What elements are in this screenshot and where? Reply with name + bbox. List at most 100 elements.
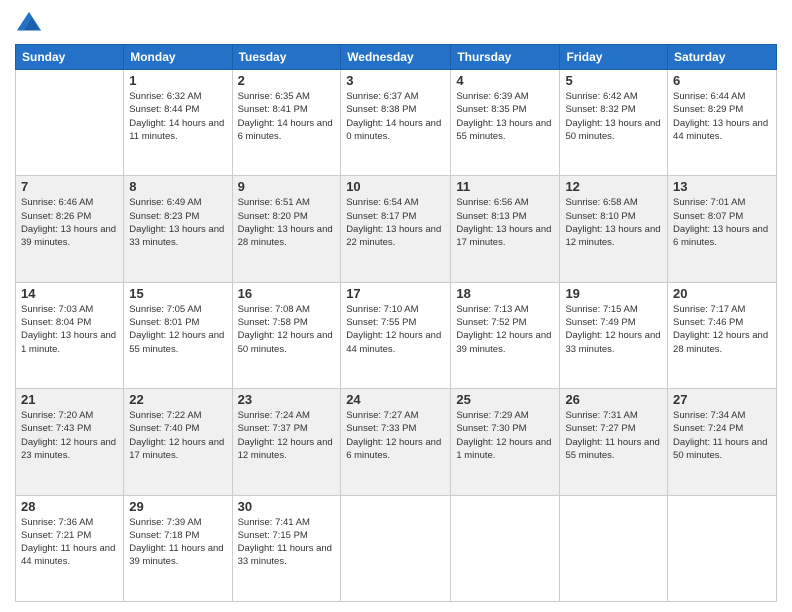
calendar-cell: 18 Sunrise: 7:13 AMSunset: 7:52 PMDayligh… bbox=[451, 282, 560, 388]
weekday-header: Thursday bbox=[451, 45, 560, 70]
calendar-week-row: 7 Sunrise: 6:46 AMSunset: 8:26 PMDaylight… bbox=[16, 176, 777, 282]
calendar-cell: 2 Sunrise: 6:35 AMSunset: 8:41 PMDaylight… bbox=[232, 70, 341, 176]
day-number: 23 bbox=[238, 392, 336, 407]
header bbox=[15, 10, 777, 38]
day-number: 8 bbox=[129, 179, 226, 194]
day-info: Sunrise: 7:27 AMSunset: 7:33 PMDaylight:… bbox=[346, 409, 445, 462]
calendar-cell: 4 Sunrise: 6:39 AMSunset: 8:35 PMDaylight… bbox=[451, 70, 560, 176]
day-number: 1 bbox=[129, 73, 226, 88]
weekday-header: Tuesday bbox=[232, 45, 341, 70]
day-number: 5 bbox=[565, 73, 662, 88]
weekday-header: Wednesday bbox=[341, 45, 451, 70]
day-number: 9 bbox=[238, 179, 336, 194]
day-info: Sunrise: 7:05 AMSunset: 8:01 PMDaylight:… bbox=[129, 303, 226, 356]
calendar-week-row: 1 Sunrise: 6:32 AMSunset: 8:44 PMDaylight… bbox=[16, 70, 777, 176]
weekday-header: Sunday bbox=[16, 45, 124, 70]
day-number: 17 bbox=[346, 286, 445, 301]
calendar-cell: 25Sunrise: 7:29 AMSunset: 7:30 PMDayligh… bbox=[451, 389, 560, 495]
weekday-header: Saturday bbox=[668, 45, 777, 70]
logo bbox=[15, 10, 47, 38]
calendar-cell bbox=[668, 495, 777, 601]
calendar-cell: 19 Sunrise: 7:15 AMSunset: 7:49 PMDayligh… bbox=[560, 282, 668, 388]
calendar-cell: 21Sunrise: 7:20 AMSunset: 7:43 PMDayligh… bbox=[16, 389, 124, 495]
calendar-cell: 24 Sunrise: 7:27 AMSunset: 7:33 PMDayligh… bbox=[341, 389, 451, 495]
calendar-cell: 15 Sunrise: 7:05 AMSunset: 8:01 PMDayligh… bbox=[124, 282, 232, 388]
day-number: 26 bbox=[565, 392, 662, 407]
day-number: 11 bbox=[456, 179, 554, 194]
day-info: Sunrise: 7:03 AMSunset: 8:04 PMDaylight:… bbox=[21, 303, 118, 356]
calendar-cell: 23 Sunrise: 7:24 AMSunset: 7:37 PMDayligh… bbox=[232, 389, 341, 495]
day-number: 28 bbox=[21, 499, 118, 514]
calendar-cell: 5Sunrise: 6:42 AMSunset: 8:32 PMDaylight… bbox=[560, 70, 668, 176]
calendar-cell: 8 Sunrise: 6:49 AMSunset: 8:23 PMDaylight… bbox=[124, 176, 232, 282]
day-info: Sunrise: 7:24 AMSunset: 7:37 PMDaylight:… bbox=[238, 409, 336, 462]
day-number: 18 bbox=[456, 286, 554, 301]
calendar-cell: 1 Sunrise: 6:32 AMSunset: 8:44 PMDaylight… bbox=[124, 70, 232, 176]
weekday-header: Friday bbox=[560, 45, 668, 70]
day-info: Sunrise: 7:08 AMSunset: 7:58 PMDaylight:… bbox=[238, 303, 336, 356]
day-info: Sunrise: 7:22 AMSunset: 7:40 PMDaylight:… bbox=[129, 409, 226, 462]
calendar-cell: 20 Sunrise: 7:17 AMSunset: 7:46 PMDayligh… bbox=[668, 282, 777, 388]
calendar-week-row: 14 Sunrise: 7:03 AMSunset: 8:04 PMDayligh… bbox=[16, 282, 777, 388]
day-info: Sunrise: 7:29 AMSunset: 7:30 PMDaylight:… bbox=[456, 409, 554, 462]
logo-icon bbox=[15, 10, 43, 38]
calendar-cell: 26 Sunrise: 7:31 AMSunset: 7:27 PMDayligh… bbox=[560, 389, 668, 495]
calendar-week-row: 28 Sunrise: 7:36 AMSunset: 7:21 PMDayligh… bbox=[16, 495, 777, 601]
day-number: 4 bbox=[456, 73, 554, 88]
day-info: Sunrise: 7:31 AMSunset: 7:27 PMDaylight:… bbox=[565, 409, 662, 462]
calendar-cell bbox=[560, 495, 668, 601]
day-number: 7 bbox=[21, 179, 118, 194]
day-info: Sunrise: 7:36 AMSunset: 7:21 PMDaylight:… bbox=[21, 516, 118, 569]
day-info: Sunrise: 7:10 AMSunset: 7:55 PMDaylight:… bbox=[346, 303, 445, 356]
calendar-cell: 3 Sunrise: 6:37 AMSunset: 8:38 PMDaylight… bbox=[341, 70, 451, 176]
day-info: Sunrise: 7:39 AMSunset: 7:18 PMDaylight:… bbox=[129, 516, 226, 569]
day-info: Sunrise: 7:34 AMSunset: 7:24 PMDaylight:… bbox=[673, 409, 771, 462]
day-info: Sunrise: 6:32 AMSunset: 8:44 PMDaylight:… bbox=[129, 90, 226, 143]
day-number: 19 bbox=[565, 286, 662, 301]
day-number: 20 bbox=[673, 286, 771, 301]
calendar-cell: 7 Sunrise: 6:46 AMSunset: 8:26 PMDaylight… bbox=[16, 176, 124, 282]
calendar-cell: 27 Sunrise: 7:34 AMSunset: 7:24 PMDayligh… bbox=[668, 389, 777, 495]
calendar-cell: 10 Sunrise: 6:54 AMSunset: 8:17 PMDayligh… bbox=[341, 176, 451, 282]
day-number: 2 bbox=[238, 73, 336, 88]
calendar-cell: 13 Sunrise: 7:01 AMSunset: 8:07 PMDayligh… bbox=[668, 176, 777, 282]
calendar-cell: 28 Sunrise: 7:36 AMSunset: 7:21 PMDayligh… bbox=[16, 495, 124, 601]
day-number: 21 bbox=[21, 392, 118, 407]
day-number: 30 bbox=[238, 499, 336, 514]
day-info: Sunrise: 7:13 AMSunset: 7:52 PMDaylight:… bbox=[456, 303, 554, 356]
calendar-cell: 29Sunrise: 7:39 AMSunset: 7:18 PMDayligh… bbox=[124, 495, 232, 601]
day-number: 3 bbox=[346, 73, 445, 88]
day-info: Sunrise: 6:56 AMSunset: 8:13 PMDaylight:… bbox=[456, 196, 554, 249]
day-info: Sunrise: 6:58 AMSunset: 8:10 PMDaylight:… bbox=[565, 196, 662, 249]
day-number: 13 bbox=[673, 179, 771, 194]
calendar-cell bbox=[341, 495, 451, 601]
day-number: 15 bbox=[129, 286, 226, 301]
calendar-cell: 14 Sunrise: 7:03 AMSunset: 8:04 PMDayligh… bbox=[16, 282, 124, 388]
day-number: 14 bbox=[21, 286, 118, 301]
calendar-cell: 12 Sunrise: 6:58 AMSunset: 8:10 PMDayligh… bbox=[560, 176, 668, 282]
day-number: 24 bbox=[346, 392, 445, 407]
day-info: Sunrise: 7:15 AMSunset: 7:49 PMDaylight:… bbox=[565, 303, 662, 356]
calendar-cell: 6Sunrise: 6:44 AMSunset: 8:29 PMDaylight… bbox=[668, 70, 777, 176]
day-info: Sunrise: 7:41 AMSunset: 7:15 PMDaylight:… bbox=[238, 516, 336, 569]
calendar-cell: 30 Sunrise: 7:41 AMSunset: 7:15 PMDayligh… bbox=[232, 495, 341, 601]
day-info: Sunrise: 6:39 AMSunset: 8:35 PMDaylight:… bbox=[456, 90, 554, 143]
day-info: Sunrise: 7:17 AMSunset: 7:46 PMDaylight:… bbox=[673, 303, 771, 356]
day-info: Sunrise: 6:46 AMSunset: 8:26 PMDaylight:… bbox=[21, 196, 118, 249]
calendar-cell: 16 Sunrise: 7:08 AMSunset: 7:58 PMDayligh… bbox=[232, 282, 341, 388]
day-number: 10 bbox=[346, 179, 445, 194]
day-info: Sunrise: 6:54 AMSunset: 8:17 PMDaylight:… bbox=[346, 196, 445, 249]
calendar-cell: 22 Sunrise: 7:22 AMSunset: 7:40 PMDayligh… bbox=[124, 389, 232, 495]
day-number: 16 bbox=[238, 286, 336, 301]
day-number: 12 bbox=[565, 179, 662, 194]
calendar: SundayMondayTuesdayWednesdayThursdayFrid… bbox=[15, 44, 777, 602]
day-info: Sunrise: 7:01 AMSunset: 8:07 PMDaylight:… bbox=[673, 196, 771, 249]
day-info: Sunrise: 6:51 AMSunset: 8:20 PMDaylight:… bbox=[238, 196, 336, 249]
day-info: Sunrise: 6:35 AMSunset: 8:41 PMDaylight:… bbox=[238, 90, 336, 143]
day-number: 22 bbox=[129, 392, 226, 407]
day-info: Sunrise: 6:49 AMSunset: 8:23 PMDaylight:… bbox=[129, 196, 226, 249]
weekday-header: Monday bbox=[124, 45, 232, 70]
day-info: Sunrise: 6:37 AMSunset: 8:38 PMDaylight:… bbox=[346, 90, 445, 143]
day-number: 6 bbox=[673, 73, 771, 88]
day-number: 27 bbox=[673, 392, 771, 407]
